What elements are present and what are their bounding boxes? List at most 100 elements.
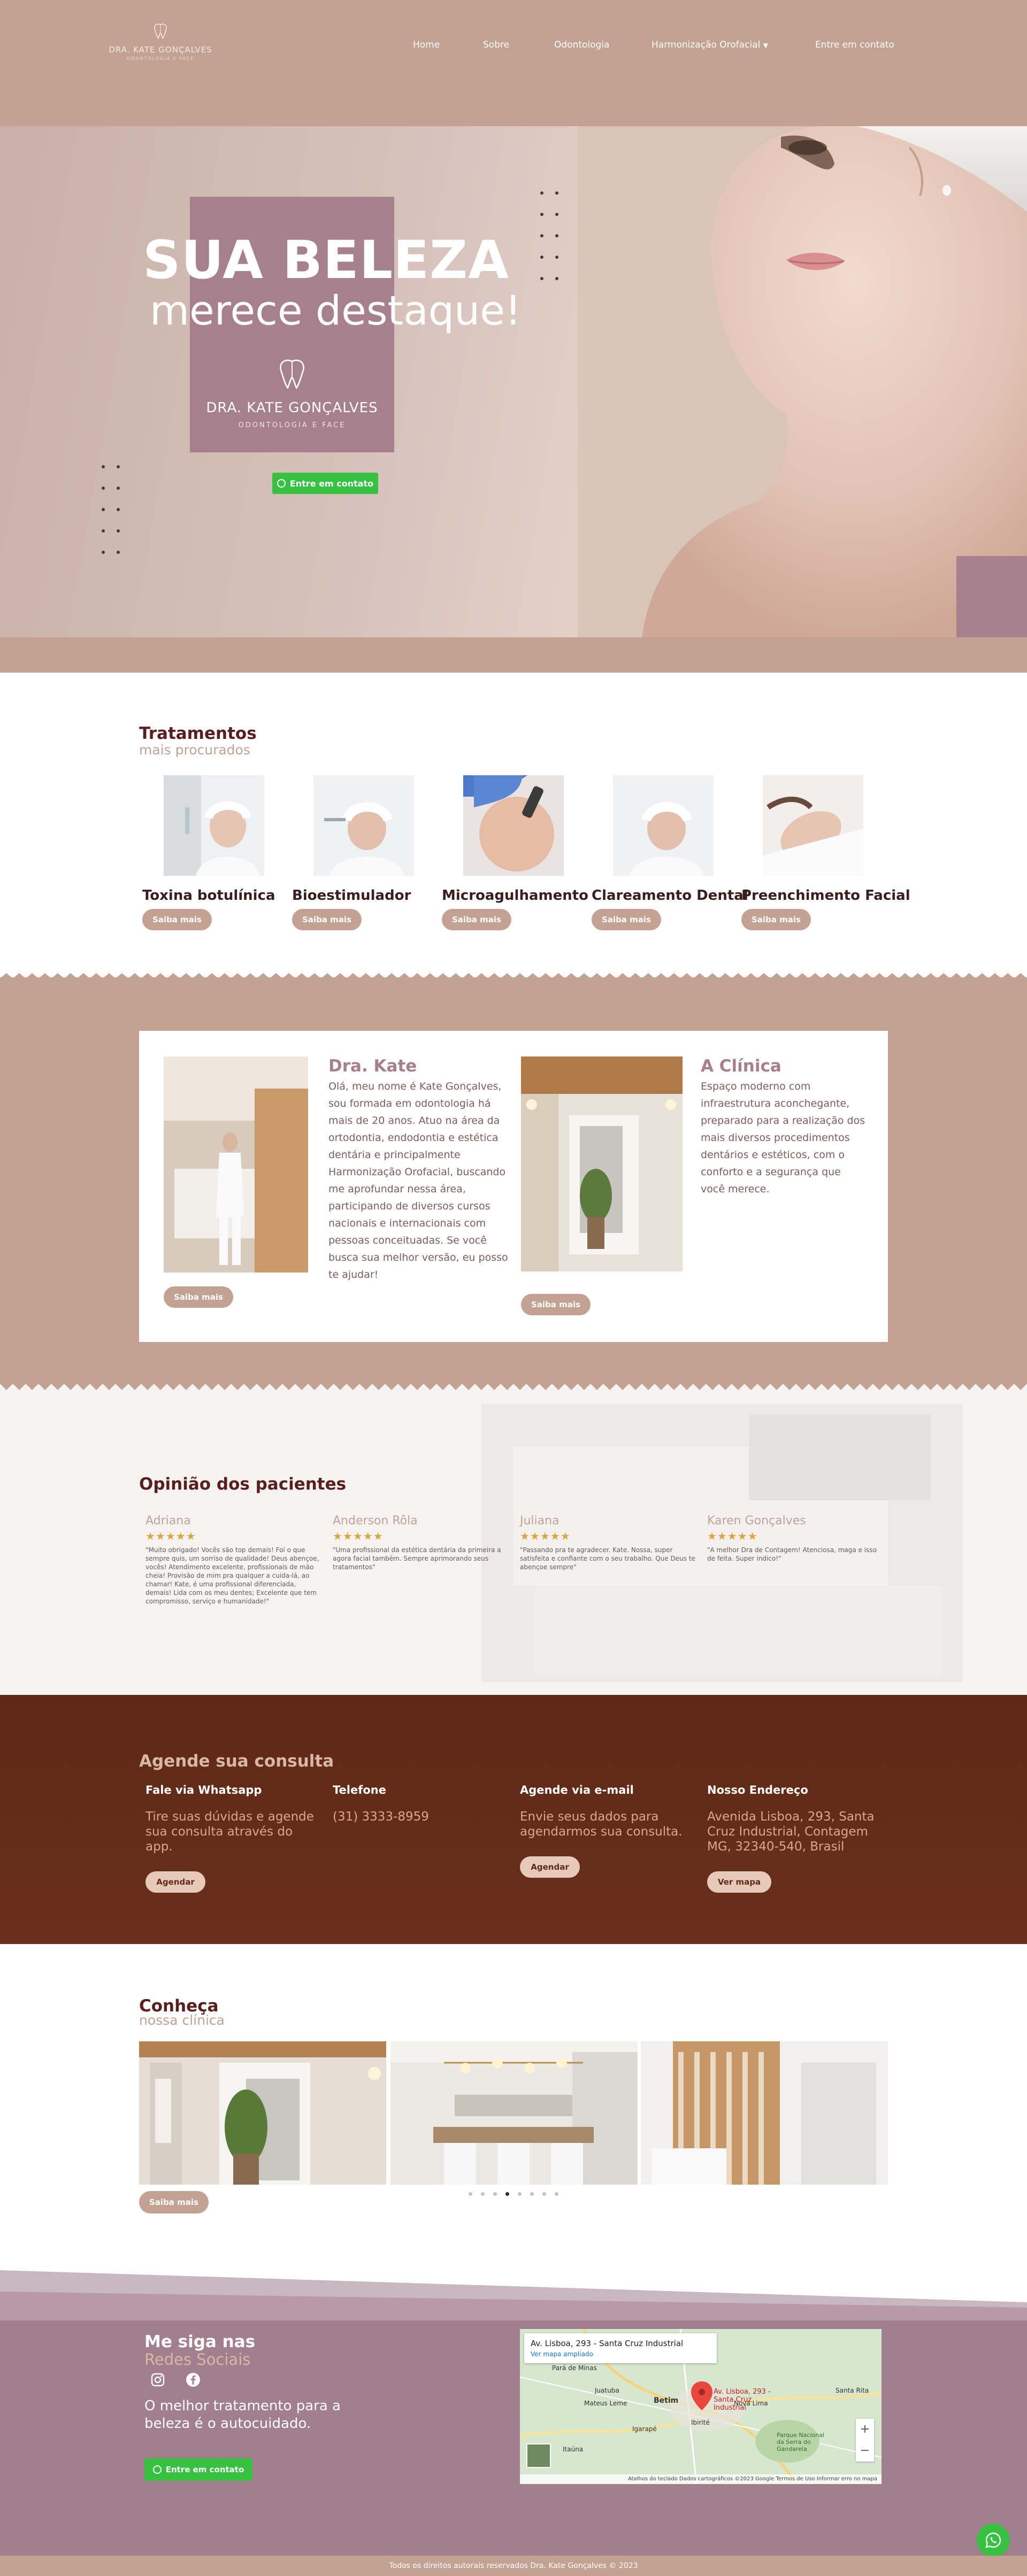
- site-header: DRA. KATE GONÇALVES ODONTOLOGIA E FACE H…: [0, 0, 1027, 126]
- contact-heading: Telefone: [333, 1784, 386, 1796]
- treatment-more-button[interactable]: Saiba mais: [142, 909, 212, 930]
- clinic-title: A Clínica: [701, 1056, 781, 1076]
- clinic-text: Espaço moderno com infraestrutura aconch…: [701, 1081, 865, 1195]
- gallery-slide[interactable]: [139, 2041, 386, 2185]
- nav-harmonizacao[interactable]: Harmonização Orofacial ▼: [652, 40, 768, 50]
- carousel-dot[interactable]: [493, 2192, 497, 2196]
- contact-heading: Fale via Whatsapp: [145, 1784, 262, 1796]
- map-place: Pará de Minas: [552, 2364, 597, 2372]
- map-attribution: Atalhos do teclado Dados cartográficos ©…: [520, 2474, 882, 2484]
- tooth-logo-icon: [154, 24, 167, 40]
- map-satellite-toggle[interactable]: [526, 2443, 551, 2468]
- page: DRA. KATE GONÇALVES ODONTOLOGIA E FACE H…: [0, 0, 1027, 2576]
- carousel-dot[interactable]: [481, 2192, 485, 2196]
- map-place: Igarapé: [632, 2425, 657, 2433]
- google-map[interactable]: Av. Lisboa, 293 - Santa Cruz Industrial …: [520, 2329, 882, 2484]
- hero-title: SUA BELEZA: [143, 230, 510, 291]
- gallery-slide[interactable]: [390, 2041, 638, 2185]
- carousel-dot[interactable]: [555, 2192, 558, 2196]
- contact-email: Agende via e-mail Envie seus dados para …: [520, 1784, 691, 1878]
- nav-sobre[interactable]: Sobre: [483, 40, 509, 50]
- hero-contact-label: Entre em contato: [289, 478, 374, 489]
- contact-body: Envie seus dados para agendarmos sua con…: [520, 1810, 683, 1839]
- carousel-dot[interactable]: [542, 2192, 546, 2196]
- tooth-logo-icon: [280, 359, 304, 389]
- nav-odontologia[interactable]: Odontologia: [554, 40, 609, 50]
- copyright: Todos os direitos autorais reservados Dr…: [0, 2556, 1027, 2576]
- footer-title: Me siga nas: [144, 2332, 256, 2351]
- phone-number[interactable]: (31) 3333-8959: [333, 1809, 504, 1824]
- review-text: "Passando pra te agradecer. Kate. Nossa,…: [520, 1546, 695, 1571]
- doctor-photo: [164, 1056, 308, 1272]
- carousel-dot-active[interactable]: [505, 2192, 509, 2196]
- zoom-in-button[interactable]: +: [856, 2419, 874, 2440]
- doctor-more-button[interactable]: Saiba mais: [164, 1286, 233, 1308]
- hero-brand-name: DRA. KATE GONÇALVES: [206, 400, 378, 416]
- treatment-more-button[interactable]: Saiba mais: [292, 909, 362, 930]
- whatsapp-schedule-button[interactable]: Agendar: [145, 1871, 205, 1893]
- whatsapp-icon: [985, 2532, 1001, 2548]
- clinic-more-button[interactable]: Saiba mais: [521, 1294, 591, 1315]
- map-place: Betim: [654, 2396, 679, 2405]
- review-card: Adriana ★★★★★ "Muito obrigado! Vocês são…: [145, 1514, 322, 1606]
- map-place: Nova Lima: [734, 2400, 768, 2407]
- treatment-more-button[interactable]: Saiba mais: [442, 909, 511, 930]
- review-text: "A melhor Dra de Contagem! Atenciosa, ma…: [707, 1546, 877, 1562]
- treatment-image: [463, 775, 564, 876]
- review-text: "Muito obrigado! Vocês são top demais! F…: [145, 1546, 319, 1605]
- hero-brand-subtitle: ODONTOLOGIA E FACE: [238, 421, 346, 429]
- view-map-button[interactable]: Ver mapa: [707, 1871, 771, 1893]
- treatment-more-button[interactable]: Saiba mais: [741, 909, 811, 930]
- instagram-icon[interactable]: [150, 2372, 166, 2388]
- treatments-title: Tratamentos: [139, 724, 257, 743]
- nav-harmonizacao-label: Harmonização Orofacial: [652, 40, 761, 50]
- zigzag-divider: [0, 1378, 1027, 1390]
- review-name: Karen Gonçalves: [707, 1514, 806, 1528]
- map-place: Parque Nacional da Serra do Gandarela: [777, 2432, 824, 2452]
- carousel-dots: [469, 2192, 558, 2196]
- treatment-more-button[interactable]: Saiba mais: [592, 909, 661, 930]
- facebook-icon[interactable]: [185, 2372, 201, 2388]
- gallery-more-button[interactable]: Saiba mais: [139, 2191, 209, 2213]
- review-card: Karen Gonçalves ★★★★★ "A melhor Dra de C…: [707, 1514, 884, 1563]
- contact-address: Nosso Endereço Avenida Lisboa, 293, Sant…: [707, 1784, 878, 1893]
- treatment-card: Clareamento Dental Saiba mais: [592, 775, 748, 930]
- treatment-label: Preenchimento Facial: [741, 888, 910, 904]
- map-place: Juatuba: [595, 2387, 619, 2394]
- clinic-photo: [521, 1056, 683, 1271]
- review-text: "Uma profissional da estética dentária d…: [333, 1546, 501, 1571]
- map-address: Av. Lisboa, 293 - Santa Cruz Industrial: [531, 2339, 684, 2348]
- contact-phone: Telefone (31) 3333-8959: [333, 1784, 504, 1824]
- map-info-box: Av. Lisboa, 293 - Santa Cruz Industrial …: [524, 2333, 717, 2363]
- treatments-subtitle: mais procurados: [139, 742, 250, 758]
- treatment-image: [763, 775, 863, 876]
- doctor-text: Olá, meu nome é Kate Gonçalves, sou form…: [328, 1081, 508, 1281]
- footer-text: O melhor tratamento para a beleza é o au…: [144, 2398, 341, 2432]
- contact-body: Tire suas dúvidas e agende sua consulta …: [145, 1810, 314, 1854]
- reviews-title: Opinião dos pacientes: [139, 1475, 347, 1494]
- footer-contact-button[interactable]: Entre em contato: [144, 2458, 252, 2481]
- gallery-subtitle: nossa clínica: [139, 2012, 225, 2028]
- carousel-dot[interactable]: [530, 2192, 534, 2196]
- map-place: Ibirité: [691, 2419, 710, 2426]
- contact-heading: Nosso Endereço: [707, 1784, 808, 1796]
- carousel-dot[interactable]: [469, 2192, 472, 2196]
- carousel-dot[interactable]: [518, 2192, 522, 2196]
- star-rating: ★★★★★: [520, 1530, 571, 1542]
- nav-contato[interactable]: Entre em contato: [815, 40, 894, 50]
- zoom-out-button[interactable]: −: [856, 2440, 874, 2462]
- hero-subtitle: merece destaque!: [150, 287, 522, 334]
- hero-banner: SUA BELEZA merece destaque! DRA. KATE GO…: [0, 126, 1027, 637]
- hero-contact-button[interactable]: Entre em contato: [272, 473, 378, 494]
- map-larger-link[interactable]: Ver mapa ampliado: [531, 2350, 710, 2358]
- email-schedule-button[interactable]: Agendar: [520, 1856, 580, 1878]
- treatment-card: Preenchimento Facial Saiba mais: [741, 775, 910, 930]
- star-rating: ★★★★★: [707, 1530, 758, 1542]
- whatsapp-icon: [277, 479, 286, 488]
- treatment-image: [313, 775, 414, 876]
- treatment-label: Microagulhamento: [442, 888, 589, 904]
- nav-home[interactable]: Home: [413, 40, 440, 50]
- gallery-slide[interactable]: [641, 2041, 888, 2185]
- whatsapp-float-button[interactable]: [977, 2524, 1010, 2557]
- divider-band: [0, 637, 1027, 673]
